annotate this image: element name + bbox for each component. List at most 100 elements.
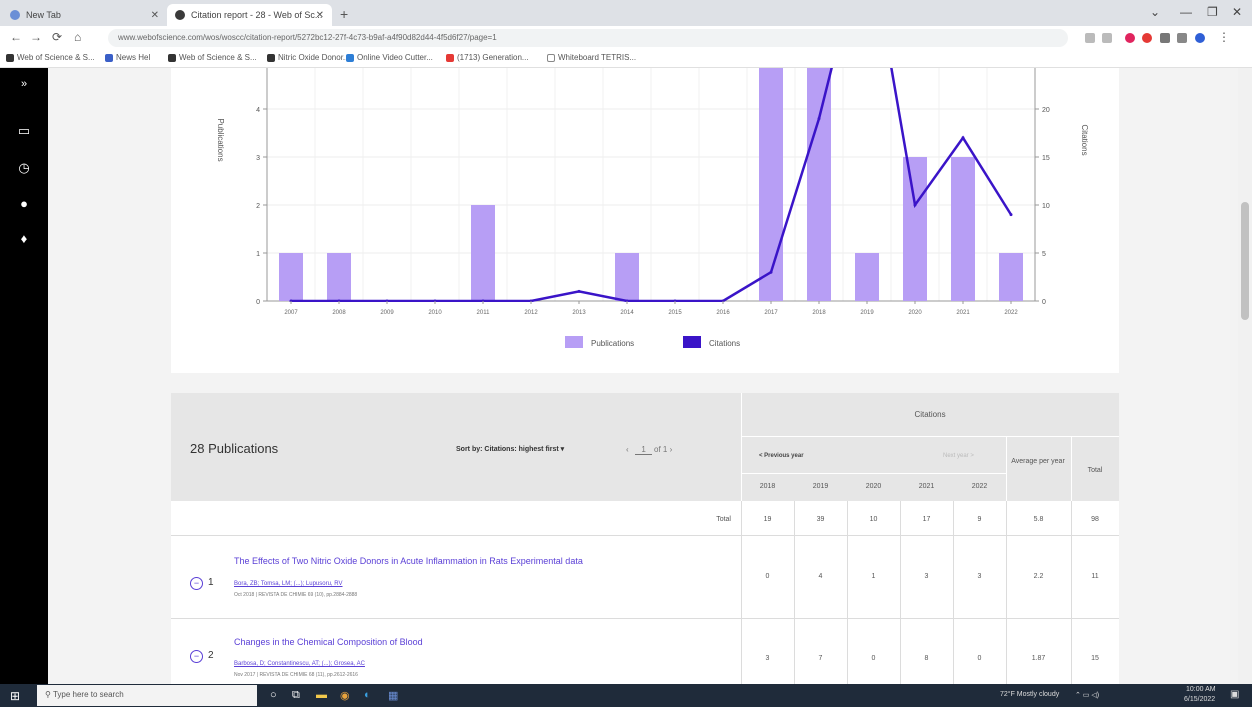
extension-opera-icon[interactable]	[1142, 33, 1152, 43]
task-view-icon[interactable]: ⧉	[292, 689, 300, 702]
publications-table: 28 Publications Sort by: Citations: high…	[171, 393, 1119, 684]
restore-icon[interactable]: ❐	[1207, 5, 1218, 19]
expand-icon[interactable]: −	[190, 577, 203, 590]
close-icon[interactable]: ✕	[316, 10, 324, 21]
notification-icon[interactable]: ♦	[14, 231, 34, 246]
year-citation-value: 3	[765, 655, 770, 662]
app-icon[interactable]: ▦	[388, 689, 398, 702]
x-tick-label: 2020	[908, 310, 922, 316]
collapse-icon[interactable]: »	[14, 78, 34, 90]
x-tick-label: 2014	[620, 310, 634, 316]
bookmark-item[interactable]: (1713) Generation...	[446, 53, 529, 62]
avatar[interactable]	[1195, 33, 1205, 43]
x-tick-label: 2017	[764, 310, 778, 316]
year-citation-value: 8	[924, 655, 929, 662]
article-authors[interactable]: Barbosa, D; Constantinescu, AT; (...); G…	[234, 661, 365, 667]
article-title-link[interactable]: Changes in the Chemical Composition of B…	[234, 637, 423, 647]
publication-bar	[471, 205, 495, 301]
extensions-icon[interactable]	[1160, 33, 1170, 43]
row-divider	[171, 535, 1119, 536]
prev-page-icon[interactable]: ‹	[626, 445, 629, 454]
publication-bar	[327, 253, 351, 301]
year-header: 2020	[865, 483, 882, 490]
weather-widget[interactable]: 72°F Mostly cloudy	[1000, 691, 1059, 698]
citations-point	[817, 117, 821, 121]
page-scrollbar[interactable]	[1238, 68, 1252, 684]
expand-icon[interactable]: −	[190, 650, 203, 663]
reload-icon[interactable]: ⟳	[52, 30, 62, 44]
taskbar-search[interactable]: ⚲ Type here to search	[37, 685, 257, 706]
combo-chart: 0 1 2 3 4 0 5 10 15 20 2007 2008 2009 2010 2011 2012 201…	[216, 68, 1089, 348]
url-field[interactable]: www.webofscience.com/wos/woscc/citation-…	[108, 29, 1068, 47]
citation-chart-card: 0 1 2 3 4 0 5 10 15 20 2007 2008 2009 2010 2011 2012 201…	[171, 68, 1119, 373]
bookmark-item[interactable]: Web of Science & S...	[6, 53, 95, 62]
publication-bar	[279, 253, 303, 301]
column-divider	[741, 501, 742, 684]
year-citation-value: 0	[765, 573, 770, 580]
year-header: 2022	[971, 483, 988, 490]
windows-start-icon[interactable]: ⊞	[10, 689, 20, 703]
bookmark-item[interactable]: Web of Science & S...	[168, 53, 257, 62]
bookmark-item[interactable]: Whiteboard TETRIS...	[547, 53, 636, 62]
next-year-button[interactable]: Next year >	[943, 453, 974, 459]
left-tick-label: 1	[256, 251, 260, 258]
divider	[741, 473, 1006, 474]
url-text: www.webofscience.com/wos/woscc/citation-…	[118, 33, 497, 42]
extension-red-icon[interactable]	[1125, 33, 1135, 43]
right-tick-label: 10	[1042, 203, 1050, 210]
bookmarks-bar: Web of Science & S... News Hel Web of Sc…	[0, 50, 1252, 68]
article-authors[interactable]: Bora, ZB; Tomsa, LM; (...); Lupusoru, RV	[234, 581, 343, 587]
chrome-icon[interactable]: ◉	[340, 689, 350, 702]
left-tick-label: 3	[256, 155, 260, 162]
file-explorer-icon[interactable]: ▬	[316, 689, 327, 701]
next-page-icon[interactable]: ›	[670, 445, 673, 454]
tab-new-tab[interactable]: New Tab ✕	[2, 4, 167, 26]
publication-bar	[855, 253, 879, 301]
clock-time[interactable]: 10:00 AM	[1186, 686, 1216, 693]
publication-bar	[759, 68, 783, 301]
legend-swatch-citations	[683, 336, 701, 348]
total-year-value: 19	[763, 516, 772, 523]
year-citation-value: 4	[818, 573, 823, 580]
article-title-link[interactable]: The Effects of Two Nitric Oxide Donors i…	[234, 556, 583, 566]
publication-count: 28 Publications	[190, 441, 279, 456]
year-citation-value: 0	[977, 655, 982, 662]
tray-icons[interactable]: ⌃ ▭ ◁)	[1075, 691, 1099, 699]
tab-citation-report[interactable]: Citation report - 28 - Web of Sc... ✕	[167, 4, 332, 26]
scrollbar-thumb[interactable]	[1241, 202, 1249, 320]
bookmark-item[interactable]: News Hel	[105, 53, 150, 62]
minimize-icon[interactable]: —	[1180, 5, 1192, 19]
x-tick-label: 2008	[332, 310, 346, 316]
previous-year-button[interactable]: < Previous year	[759, 453, 804, 459]
menu-icon[interactable]: ⋮	[1218, 30, 1230, 44]
sort-dropdown[interactable]: Sort by: Citations: highest first ▾	[456, 445, 564, 453]
cortana-icon[interactable]: ○	[270, 689, 277, 701]
row-index: 1	[208, 577, 214, 588]
new-tab-button[interactable]: +	[340, 6, 348, 22]
folder-icon[interactable]: ▭	[14, 123, 34, 139]
x-tick-label: 2007	[284, 310, 298, 316]
edge-icon[interactable]: ◐	[364, 689, 371, 701]
total-total: 98	[1091, 516, 1099, 523]
notifications-icon[interactable]: ▣	[1230, 689, 1239, 700]
back-icon[interactable]: ←	[10, 30, 22, 44]
chevron-down-icon[interactable]: ⌄	[1150, 5, 1160, 19]
page-input[interactable]: 1	[635, 445, 652, 455]
x-tick-label: 2021	[956, 310, 970, 316]
column-divider	[900, 501, 901, 684]
home-icon[interactable]: ⌂	[74, 30, 81, 44]
sidebar-icon[interactable]	[1177, 33, 1187, 43]
account-icon[interactable]: ●	[14, 196, 34, 211]
history-icon[interactable]: ◷	[14, 160, 34, 176]
x-tick-label: 2019	[860, 310, 874, 316]
clock-date[interactable]: 6/15/2022	[1184, 696, 1215, 703]
bookmark-item[interactable]: Nitric Oxide Donor...	[267, 53, 350, 62]
bookmark-item[interactable]: Online Video Cutter...	[346, 53, 433, 62]
close-icon[interactable]: ✕	[151, 10, 159, 21]
share-icon[interactable]	[1085, 33, 1095, 43]
total-year-value: 17	[922, 516, 931, 523]
star-icon[interactable]	[1102, 33, 1112, 43]
article-source: Nov 2017 | REVISTA DE CHIMIE 68 (11), pp…	[234, 672, 358, 678]
forward-icon[interactable]: →	[30, 30, 42, 44]
close-window-icon[interactable]: ✕	[1232, 5, 1242, 19]
